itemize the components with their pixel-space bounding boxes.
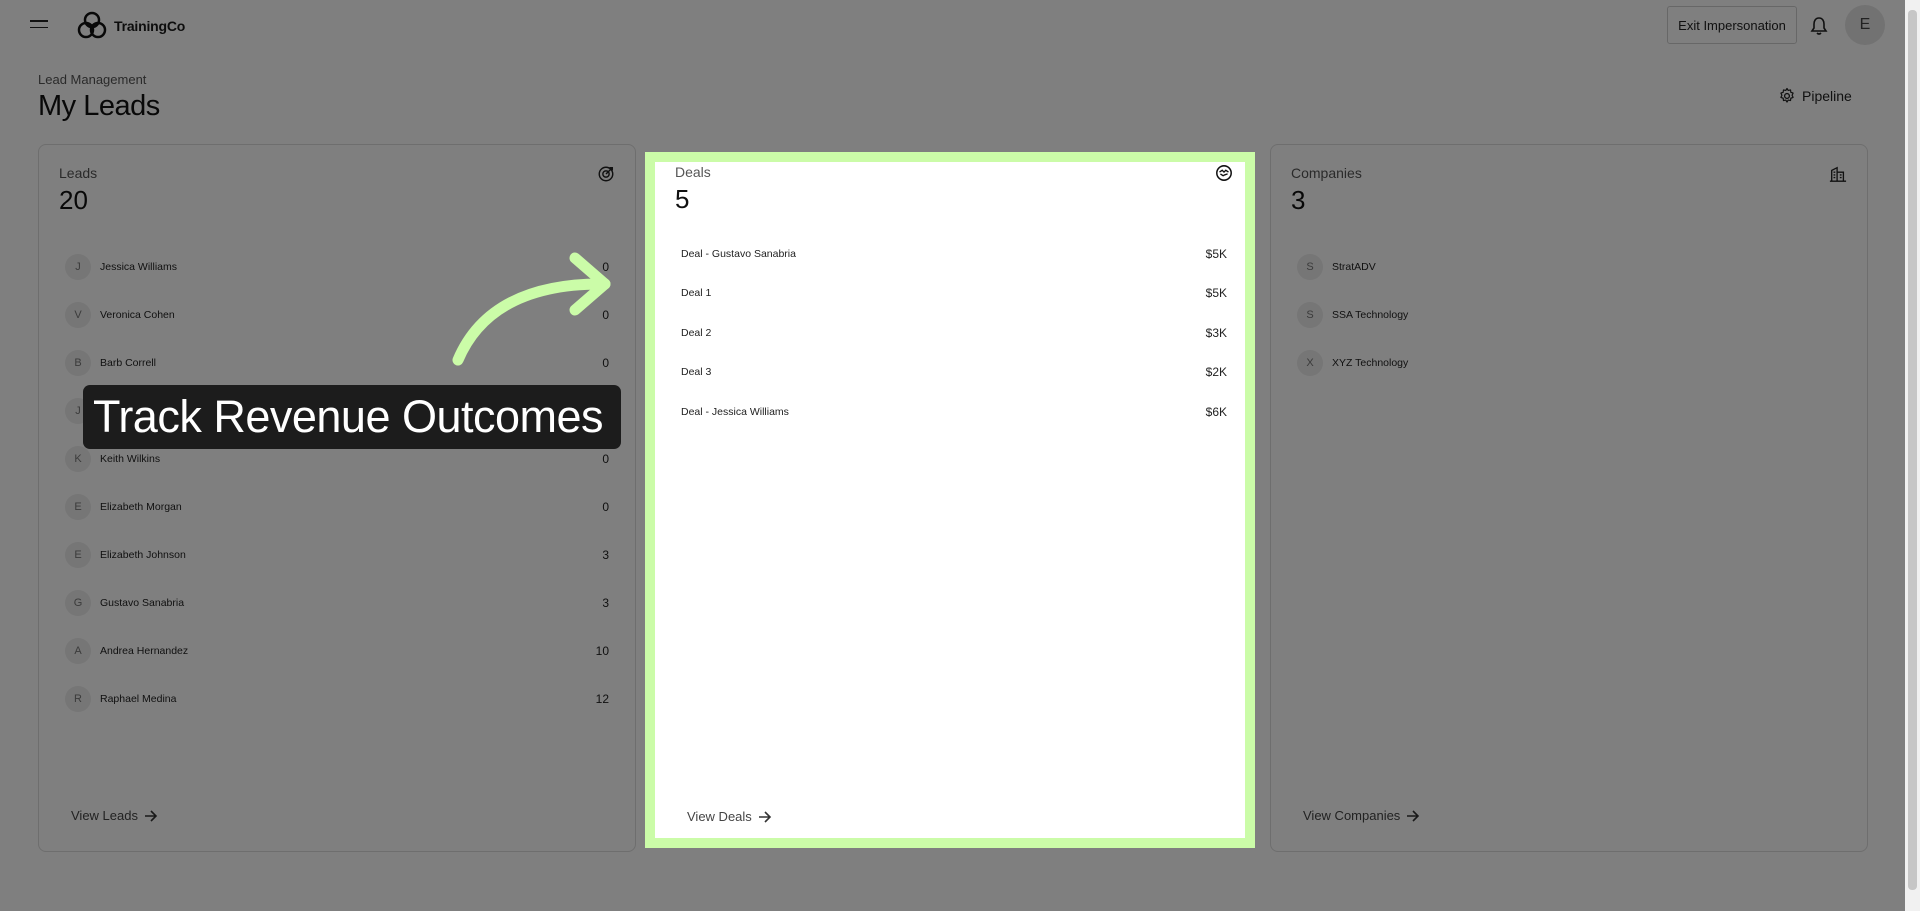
- user-avatar[interactable]: E: [1845, 5, 1885, 45]
- view-companies-label: View Companies: [1303, 808, 1401, 823]
- leads-name: Keith Wilkins: [100, 453, 161, 465]
- deal-row[interactable]: Deal 2 $3K: [681, 313, 1227, 353]
- target-icon: [598, 166, 614, 182]
- leads-value: 10: [595, 644, 609, 658]
- avatar: E: [65, 542, 91, 568]
- companies-name: XYZ Technology: [1332, 357, 1409, 369]
- deal-name: Deal 2: [681, 326, 712, 339]
- menu-icon[interactable]: [30, 20, 48, 31]
- leads-row[interactable]: E Elizabeth Morgan 0: [65, 483, 609, 531]
- page-title: My Leads: [38, 90, 160, 122]
- trainingco-logo-icon: [77, 11, 107, 39]
- deal-row[interactable]: Deal 1 $5K: [681, 274, 1227, 314]
- pipeline-label: Pipeline: [1802, 88, 1852, 104]
- companies-row[interactable]: S SSA Technology: [1297, 291, 1841, 339]
- companies-row[interactable]: X XYZ Technology: [1297, 339, 1841, 387]
- leads-value: 3: [602, 548, 609, 562]
- view-deals-link[interactable]: View Deals: [687, 809, 772, 824]
- avatar: E: [65, 494, 91, 520]
- brand-logo[interactable]: TrainingCo: [76, 10, 185, 42]
- deal-name: Deal - Jessica Williams: [681, 405, 789, 418]
- view-deals-label: View Deals: [687, 809, 752, 824]
- avatar: A: [65, 638, 91, 664]
- building-icon: [1829, 166, 1847, 182]
- page-scrollbar[interactable]: [1905, 0, 1920, 911]
- leads-row[interactable]: A Andrea Hernandez 10: [65, 627, 609, 675]
- leads-name: Gustavo Sanabria: [100, 597, 185, 609]
- scrollbar-thumb[interactable]: [1908, 10, 1917, 890]
- companies-name: SSA Technology: [1332, 309, 1409, 321]
- avatar: B: [65, 350, 91, 376]
- view-leads-link[interactable]: View Leads: [71, 808, 158, 823]
- deal-value: $6K: [1205, 404, 1227, 419]
- tour-callout: Track Revenue Outcomes: [83, 385, 621, 449]
- companies-list: S StratADV S SSA Technology X XYZ Technology: [1297, 243, 1841, 387]
- leads-value: 3: [602, 596, 609, 610]
- breadcrumb[interactable]: Lead Management: [38, 72, 146, 87]
- deal-row[interactable]: Deal - Jessica Williams $6K: [681, 392, 1227, 432]
- companies-card-title: Companies: [1291, 165, 1362, 181]
- deal-value: $3K: [1205, 325, 1227, 340]
- deal-row[interactable]: Deal - Gustavo Sanabria $5K: [681, 234, 1227, 274]
- leads-row[interactable]: E Elizabeth Johnson 3: [65, 531, 609, 579]
- arrow-right-icon: [144, 809, 158, 822]
- brand-name: TrainingCo: [114, 18, 186, 34]
- curved-arrow-icon: [452, 252, 611, 366]
- deals-list: Deal - Gustavo Sanabria $5K Deal 1 $5K Deal …: [681, 234, 1227, 432]
- bell-icon[interactable]: [1810, 16, 1828, 36]
- avatar: K: [65, 446, 91, 472]
- gear-icon: [1780, 87, 1794, 103]
- deal-value: $5K: [1205, 246, 1227, 261]
- avatar: V: [65, 302, 91, 328]
- deals-count: 5: [675, 184, 690, 214]
- view-companies-link[interactable]: View Companies: [1303, 808, 1420, 823]
- leads-row[interactable]: R Raphael Medina 12: [65, 675, 609, 723]
- arrow-right-icon: [758, 810, 771, 823]
- avatar: S: [1297, 254, 1323, 280]
- pipeline-button[interactable]: Pipeline: [1778, 87, 1852, 105]
- companies-name: StratADV: [1332, 261, 1376, 273]
- deal-handshake-icon: [1216, 165, 1232, 181]
- leads-name: Raphael Medina: [100, 693, 177, 705]
- companies-count: 3: [1291, 185, 1306, 215]
- deal-name: Deal 3: [681, 366, 712, 379]
- leads-value: 0: [602, 500, 609, 514]
- top-bar: TrainingCo Exit Impersonation E: [0, 0, 1905, 52]
- leads-name: Elizabeth Johnson: [100, 549, 186, 561]
- deal-name: Deal 1: [681, 287, 712, 300]
- view-leads-label: View Leads: [71, 808, 138, 823]
- exit-impersonation-button[interactable]: Exit Impersonation: [1667, 6, 1797, 44]
- arrow-right-icon: [1407, 809, 1420, 822]
- leads-value: 12: [595, 692, 609, 706]
- leads-card-title: Leads: [59, 165, 98, 181]
- companies-card: Companies 3 S StratADV S SSA Technology X XYZ…: [1270, 144, 1868, 852]
- deals-card-title: Deals: [675, 164, 711, 180]
- avatar: J: [65, 254, 91, 280]
- deals-card: Deals 5 Deal - Gustavo Sanabria $5K Deal 1…: [655, 144, 1253, 852]
- deal-value: $5K: [1205, 286, 1227, 301]
- leads-count: 20: [59, 185, 88, 215]
- leads-value: 0: [602, 452, 609, 466]
- avatar: R: [65, 686, 91, 712]
- avatar: X: [1297, 350, 1323, 376]
- leads-name: Andrea Hernandez: [100, 645, 189, 657]
- deal-value: $2K: [1205, 365, 1227, 380]
- avatar: G: [65, 590, 91, 616]
- avatar: S: [1297, 302, 1323, 328]
- companies-row[interactable]: S StratADV: [1297, 243, 1841, 291]
- leads-row[interactable]: G Gustavo Sanabria 3: [65, 579, 609, 627]
- deal-name: Deal - Gustavo Sanabria: [681, 247, 796, 260]
- deal-row[interactable]: Deal 3 $2K: [681, 353, 1227, 393]
- leads-name: Elizabeth Morgan: [100, 501, 182, 513]
